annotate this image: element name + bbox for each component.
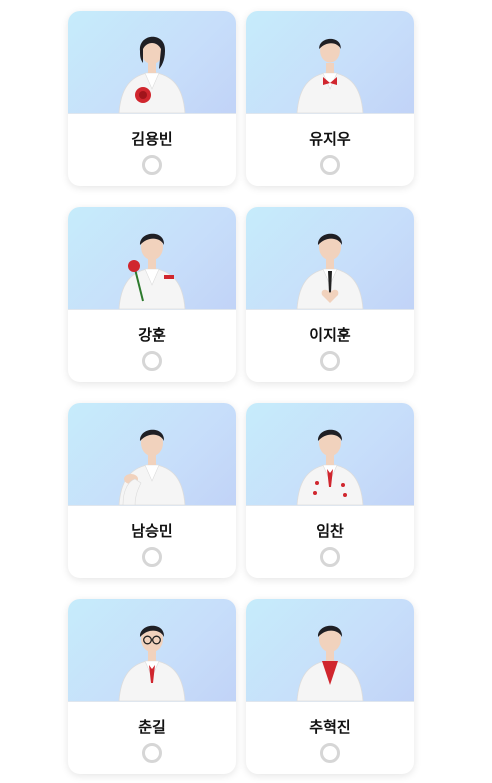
candidate-card[interactable]: 춘길 [68, 599, 236, 774]
candidate-card[interactable]: 유지우 [246, 11, 414, 186]
vote-radio-button[interactable] [142, 743, 162, 763]
candidate-photo [68, 599, 236, 702]
candidate-photo [68, 403, 236, 506]
candidate-card[interactable]: 추혁진 [246, 599, 414, 774]
vote-radio-button[interactable] [142, 547, 162, 567]
candidate-name: 강훈 [138, 326, 166, 344]
candidate-photo [246, 403, 414, 506]
candidate-photo [246, 207, 414, 310]
candidate-card[interactable]: 남승민 [68, 403, 236, 578]
candidate-card[interactable]: 강훈 [68, 207, 236, 382]
vote-radio-button[interactable] [320, 547, 340, 567]
candidate-name: 춘길 [138, 718, 166, 736]
candidate-grid: 김용빈 유지우강훈 이지훈남승민 임찬춘길 추혁진 [68, 11, 414, 774]
vote-radio-button[interactable] [142, 351, 162, 371]
candidate-photo [246, 599, 414, 702]
candidate-name: 유지우 [309, 130, 351, 148]
vote-radio-button[interactable] [320, 155, 340, 175]
candidate-photo [68, 207, 236, 310]
candidate-card[interactable]: 이지훈 [246, 207, 414, 382]
candidate-name: 남승민 [131, 522, 173, 540]
candidate-name: 추혁진 [309, 718, 351, 736]
candidate-photo [246, 11, 414, 114]
candidate-photo [68, 11, 236, 114]
candidate-name: 임찬 [316, 522, 344, 540]
vote-radio-button[interactable] [142, 155, 162, 175]
candidate-card[interactable]: 임찬 [246, 403, 414, 578]
candidate-card[interactable]: 김용빈 [68, 11, 236, 186]
candidate-name: 이지훈 [309, 326, 351, 344]
vote-radio-button[interactable] [320, 351, 340, 371]
candidate-name: 김용빈 [131, 130, 173, 148]
vote-radio-button[interactable] [320, 743, 340, 763]
